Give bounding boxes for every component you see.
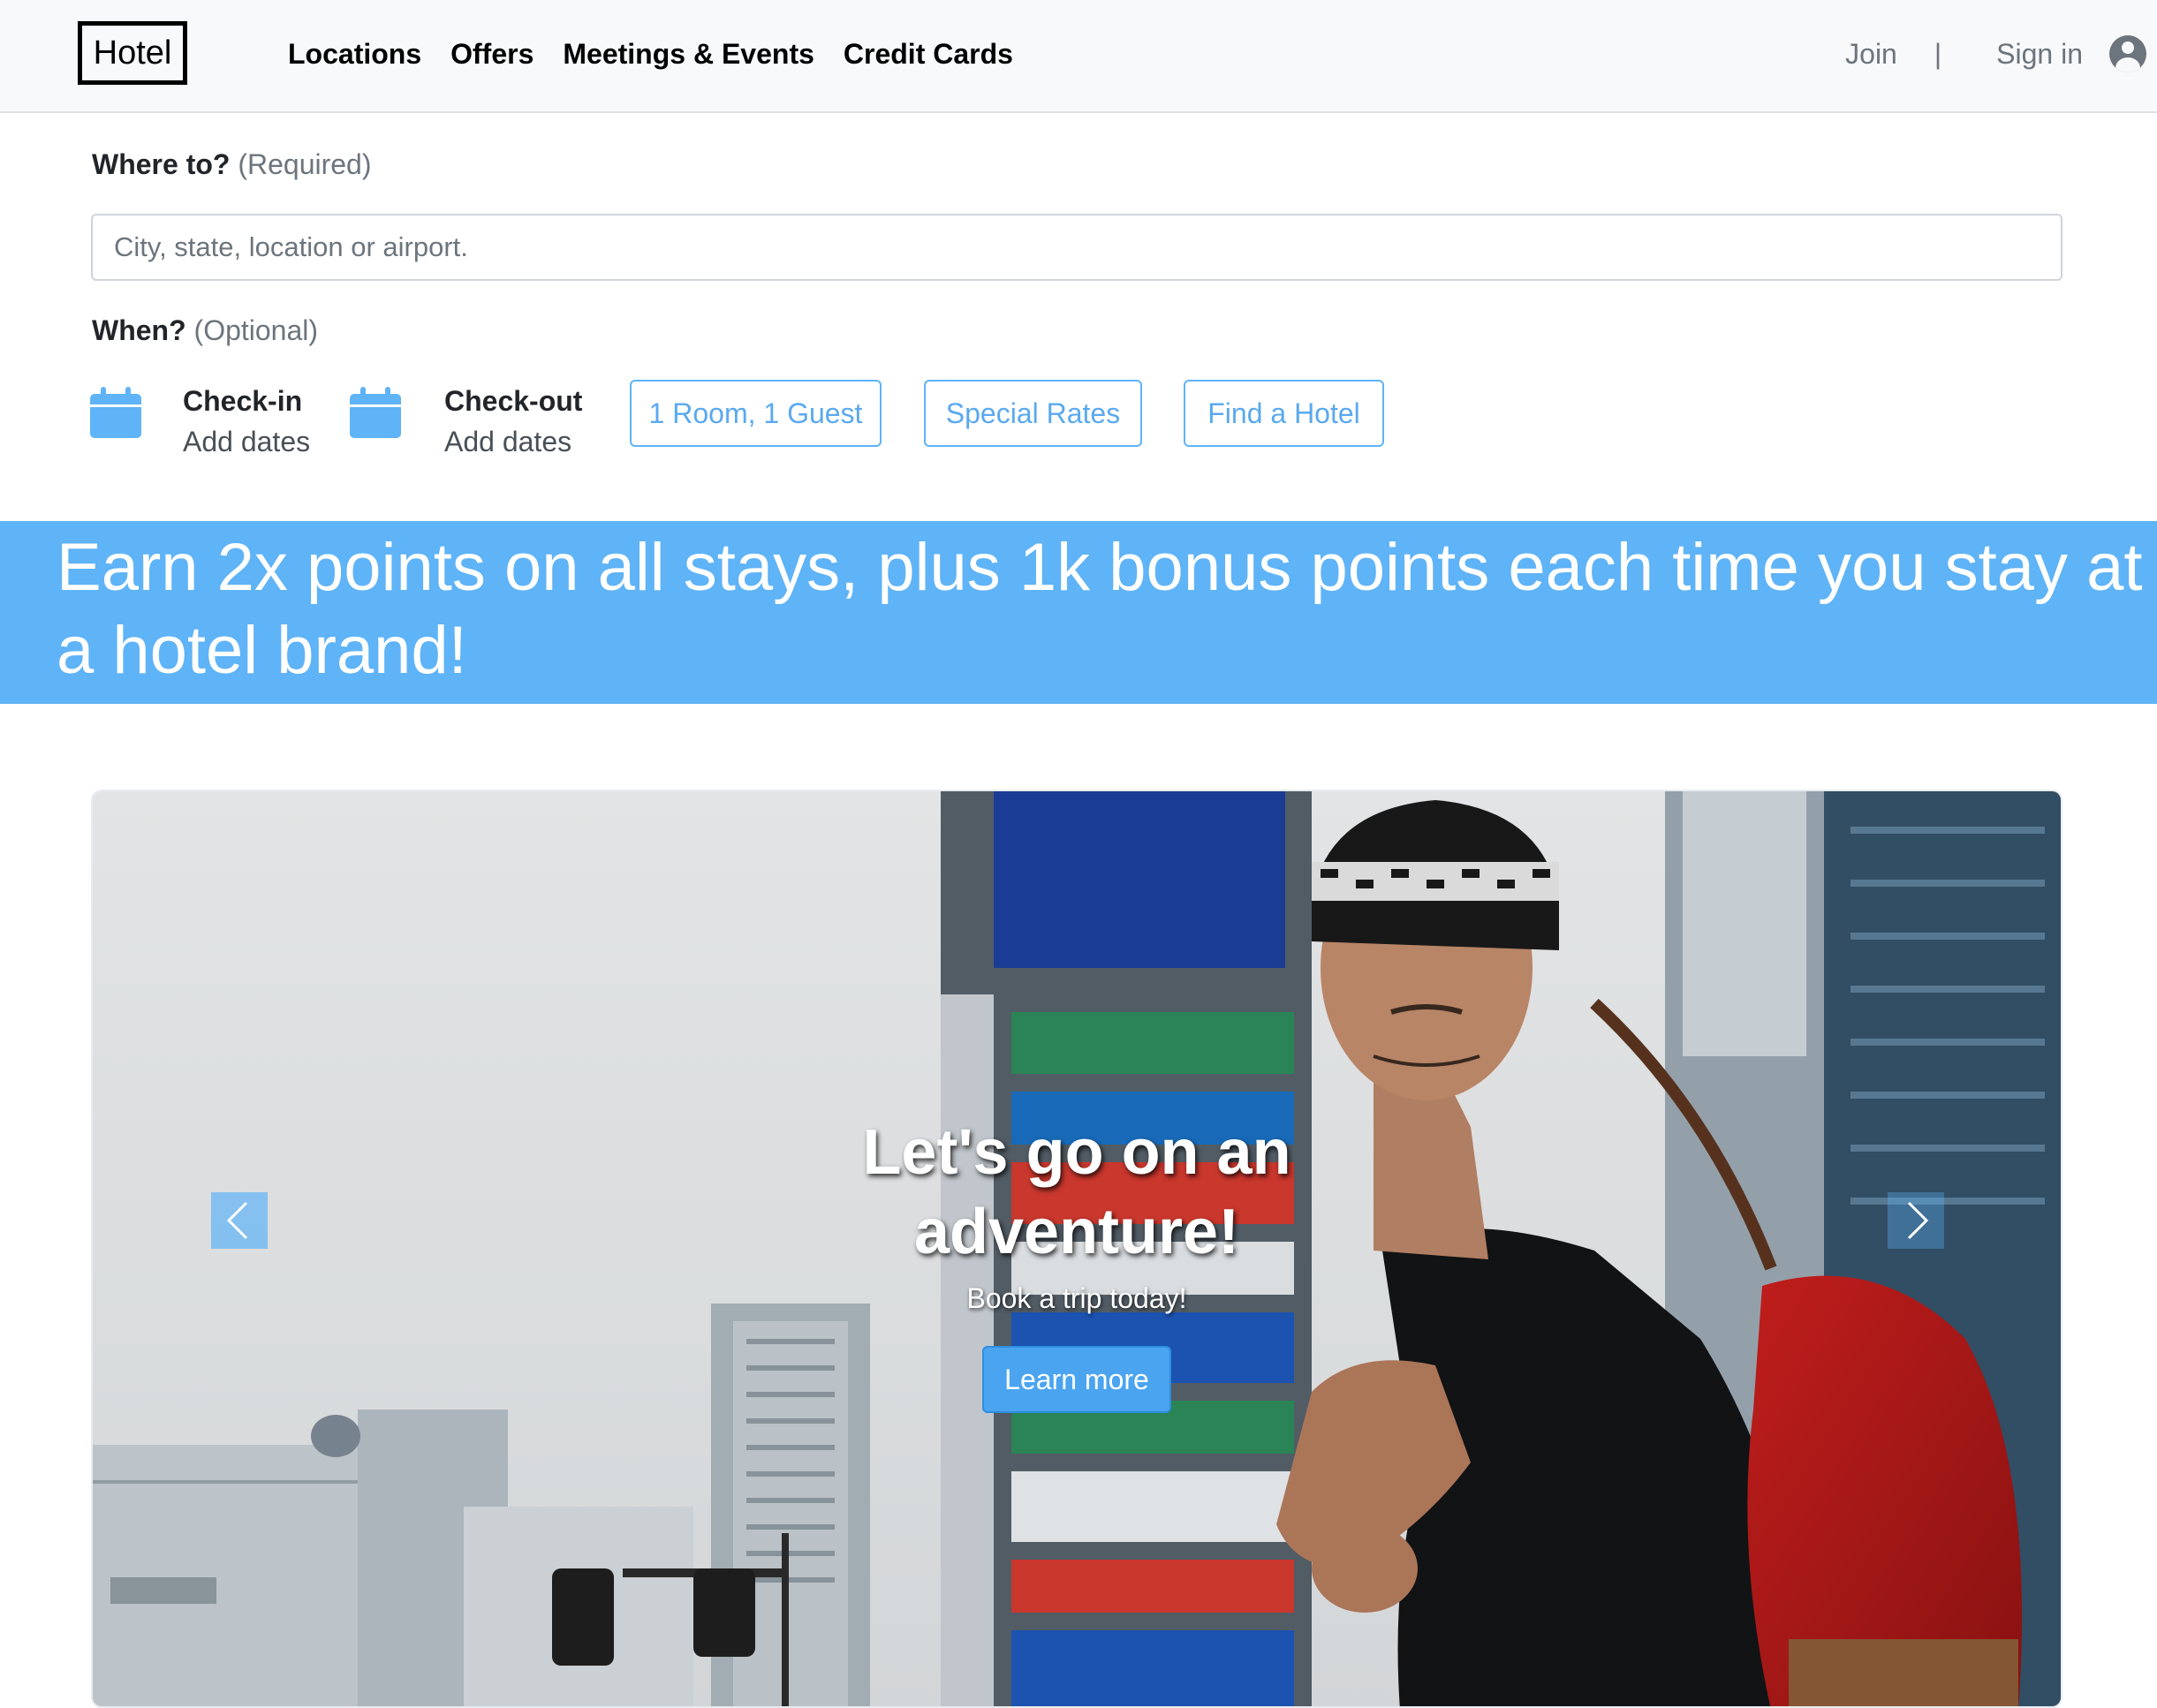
calendar-icon <box>90 387 141 438</box>
where-label-text: Where to? <box>92 148 231 180</box>
carousel-prev-button[interactable] <box>211 1192 268 1249</box>
check-out-title: Check-out <box>444 385 583 417</box>
where-label: Where to? (Required) <box>92 145 372 184</box>
hero-carousel: Let's go on an adventure! Book a trip to… <box>91 790 2062 1708</box>
nav-link-offers[interactable]: Offers <box>450 34 534 74</box>
when-hint: (Optional) <box>193 314 319 346</box>
rooms-guests-button[interactable]: 1 Room, 1 Guest <box>630 380 882 447</box>
sign-in-link[interactable]: Sign in <box>1996 38 2083 71</box>
nav-link-meetings-events[interactable]: Meetings & Events <box>563 34 814 74</box>
carousel-next-button[interactable] <box>1888 1192 1944 1249</box>
check-in-title: Check-in <box>183 385 303 417</box>
learn-more-button[interactable]: Learn more <box>982 1346 1171 1413</box>
where-hint: (Required) <box>238 148 372 180</box>
join-link[interactable]: Join <box>1845 38 1897 71</box>
carousel-caption: Let's go on an adventure! Book a trip to… <box>93 1113 2061 1413</box>
check-in-value: Add dates <box>183 426 311 457</box>
check-out-value: Add dates <box>444 426 572 457</box>
navbar: Hotel Locations Offers Meetings & Events… <box>0 0 2157 113</box>
nav-link-locations[interactable]: Locations <box>288 34 421 74</box>
find-hotel-button[interactable]: Find a Hotel <box>1184 380 1384 447</box>
chevron-left-icon <box>226 1201 248 1240</box>
promo-banner: Earn 2x points on all stays, plus 1k bon… <box>0 521 2157 704</box>
destination-search-input[interactable] <box>91 214 2062 281</box>
carousel-subtitle: Book a trip today! <box>966 1282 1187 1314</box>
nav-separator: | <box>1934 37 1942 70</box>
carousel-title: Let's go on an adventure! <box>862 1117 1291 1267</box>
when-label: When? (Optional) <box>92 311 318 350</box>
account-links: Join | Sign in <box>1845 30 2146 78</box>
brand-logo[interactable]: Hotel <box>78 21 187 85</box>
nav-links: Locations Offers Meetings & Events Credi… <box>288 34 1042 74</box>
when-label-text: When? <box>92 314 186 346</box>
user-circle-icon[interactable] <box>2109 35 2146 72</box>
nav-link-credit-cards[interactable]: Credit Cards <box>844 34 1013 74</box>
chevron-right-icon <box>1907 1201 1929 1240</box>
special-rates-button[interactable]: Special Rates <box>924 380 1142 447</box>
calendar-icon <box>350 387 401 438</box>
